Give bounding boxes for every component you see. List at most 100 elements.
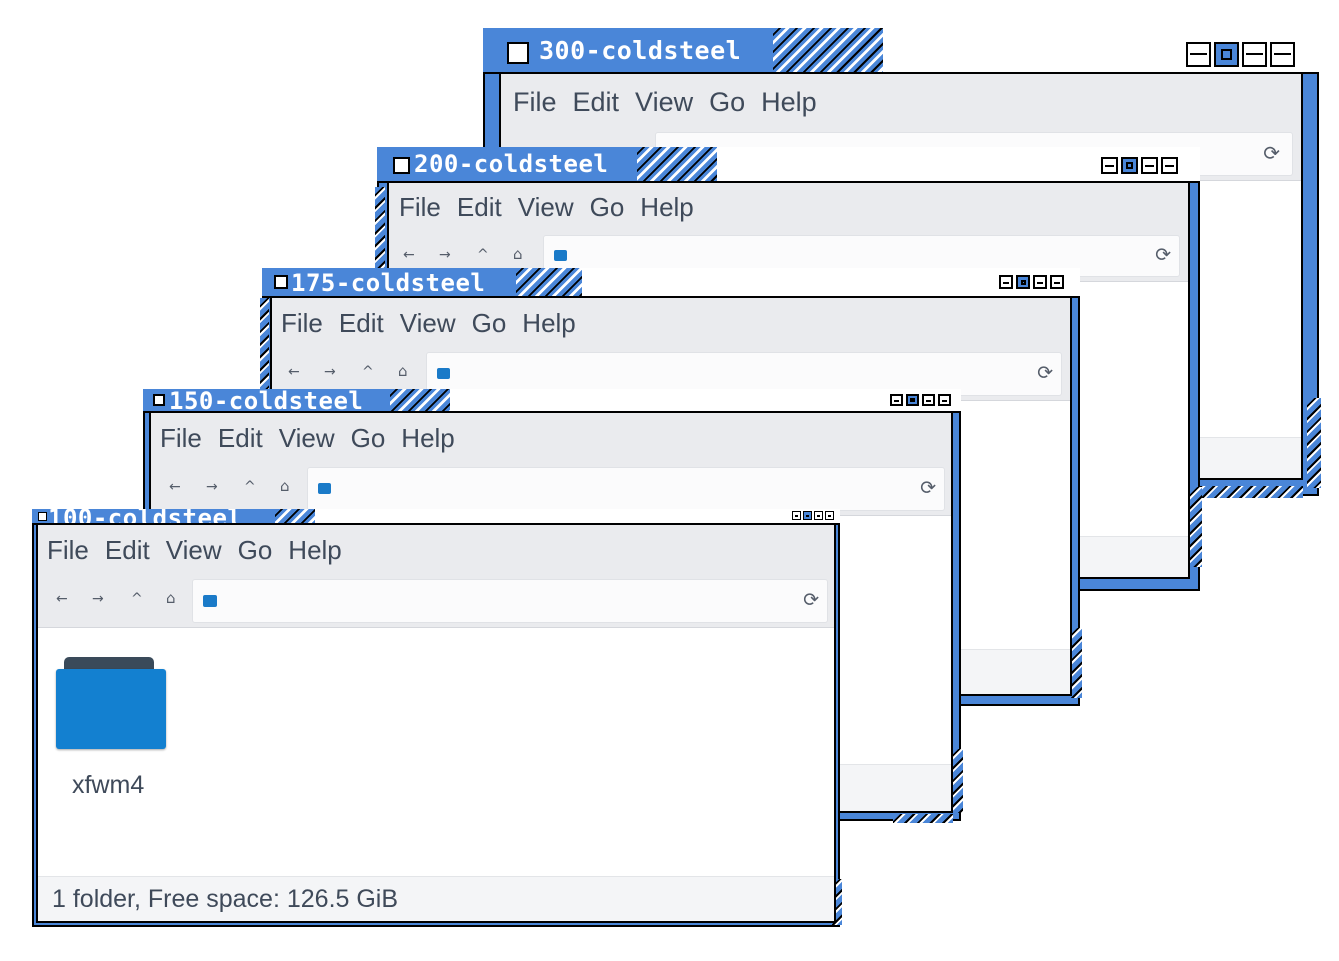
menubar: File Edit View Go Help xyxy=(389,183,1188,231)
menu-file[interactable]: File xyxy=(513,87,557,118)
minimize-icon[interactable] xyxy=(792,511,801,520)
forward-icon[interactable]: → xyxy=(92,591,104,607)
window-title: 175-coldsteel xyxy=(291,269,486,297)
home-icon[interactable]: ⌂ xyxy=(513,245,523,263)
menubar: File Edit View Go Help xyxy=(501,74,1301,130)
reload-icon[interactable]: ⟳ xyxy=(1037,362,1053,384)
maximize-icon[interactable] xyxy=(803,511,812,520)
window-buttons xyxy=(890,394,951,406)
menubar: File Edit View Go Help xyxy=(272,298,1070,348)
reload-icon[interactable]: ⟳ xyxy=(1263,141,1280,165)
location-bar[interactable]: ⟳ xyxy=(307,467,945,511)
frame-decoration xyxy=(1193,486,1303,498)
home-icon[interactable]: ⌂ xyxy=(398,362,408,380)
titlebar[interactable]: 175-coldsteel xyxy=(262,268,1080,298)
back-icon[interactable]: ← xyxy=(169,479,181,495)
menu-file[interactable]: File xyxy=(160,423,202,454)
window-client: File Edit View Go Help ← → ^ ⌂ ⟳ xfwm4 1… xyxy=(36,523,836,923)
folder-label: xfwm4 xyxy=(72,771,145,799)
forward-icon[interactable]: → xyxy=(206,479,218,495)
maximize-icon[interactable] xyxy=(1016,275,1030,289)
menu-help[interactable]: Help xyxy=(761,87,817,118)
menu-help[interactable]: Help xyxy=(522,308,575,339)
folder-icon xyxy=(554,250,567,261)
window-100[interactable]: 100-coldsteel File Edit View Go Help ← →… xyxy=(32,509,842,927)
menu-file[interactable]: File xyxy=(399,192,441,223)
shade-icon[interactable] xyxy=(1033,275,1047,289)
maximize-icon[interactable] xyxy=(1214,42,1239,67)
location-bar[interactable]: ⟳ xyxy=(192,579,828,623)
menu-help[interactable]: Help xyxy=(288,535,341,566)
close-icon[interactable] xyxy=(938,394,951,406)
reload-icon[interactable]: ⟳ xyxy=(803,589,819,611)
minimize-icon[interactable] xyxy=(1186,42,1211,67)
menu-help[interactable]: Help xyxy=(640,192,693,223)
home-icon[interactable]: ⌂ xyxy=(166,589,176,607)
menu-view[interactable]: View xyxy=(166,535,222,566)
titlebar[interactable]: 150-coldsteel xyxy=(143,389,961,413)
back-icon[interactable]: ← xyxy=(56,591,68,607)
close-icon[interactable] xyxy=(825,511,834,520)
menu-view[interactable]: View xyxy=(279,423,335,454)
window-title: 200-coldsteel xyxy=(414,150,609,178)
menu-file[interactable]: File xyxy=(47,535,89,566)
minimize-icon[interactable] xyxy=(890,394,903,406)
menu-go[interactable]: Go xyxy=(709,87,745,118)
close-icon[interactable] xyxy=(1270,42,1295,67)
menu-file[interactable]: File xyxy=(281,308,323,339)
menubar: File Edit View Go Help xyxy=(38,525,834,575)
titlebar[interactable]: 300-coldsteel xyxy=(483,28,1319,74)
menu-edit[interactable]: Edit xyxy=(457,192,502,223)
up-icon[interactable]: ^ xyxy=(362,364,374,380)
shade-icon[interactable] xyxy=(814,511,823,520)
shade-icon[interactable] xyxy=(1141,157,1158,174)
window-menu-icon[interactable] xyxy=(393,157,410,174)
minimize-icon[interactable] xyxy=(1101,157,1118,174)
menu-go[interactable]: Go xyxy=(351,423,386,454)
window-title: 300-coldsteel xyxy=(539,36,742,65)
menu-go[interactable]: Go xyxy=(238,535,273,566)
close-icon[interactable] xyxy=(1050,275,1064,289)
window-buttons xyxy=(1101,157,1178,174)
forward-icon[interactable]: → xyxy=(324,364,336,380)
up-icon[interactable]: ^ xyxy=(244,479,256,495)
menu-edit[interactable]: Edit xyxy=(218,423,263,454)
menu-go[interactable]: Go xyxy=(590,192,625,223)
menu-help[interactable]: Help xyxy=(401,423,454,454)
window-buttons xyxy=(792,511,834,520)
titlebar-stripes xyxy=(773,28,883,72)
back-icon[interactable]: ← xyxy=(288,364,300,380)
window-buttons xyxy=(999,275,1064,289)
forward-icon[interactable]: → xyxy=(439,247,451,263)
titlebar-stripes xyxy=(637,147,717,181)
menu-go[interactable]: Go xyxy=(472,308,507,339)
menu-edit[interactable]: Edit xyxy=(105,535,150,566)
back-icon[interactable]: ← xyxy=(403,247,415,263)
frame-decoration xyxy=(1307,398,1321,488)
toolbar: ← → ^ ⌂ ⟳ xyxy=(38,575,834,628)
menu-view[interactable]: View xyxy=(635,87,693,118)
shade-icon[interactable] xyxy=(1242,42,1267,67)
up-icon[interactable]: ^ xyxy=(131,591,143,607)
reload-icon[interactable]: ⟳ xyxy=(1155,244,1171,266)
up-icon[interactable]: ^ xyxy=(477,247,489,263)
folder-icon-body xyxy=(56,669,166,749)
menu-view[interactable]: View xyxy=(400,308,456,339)
folder-item[interactable]: xfwm4 xyxy=(54,655,166,805)
window-menu-icon[interactable] xyxy=(38,512,47,521)
menu-edit[interactable]: Edit xyxy=(573,87,620,118)
maximize-icon[interactable] xyxy=(1121,157,1138,174)
menu-view[interactable]: View xyxy=(518,192,574,223)
home-icon[interactable]: ⌂ xyxy=(280,477,290,495)
menu-edit[interactable]: Edit xyxy=(339,308,384,339)
window-menu-icon[interactable] xyxy=(153,394,165,406)
window-menu-icon[interactable] xyxy=(274,275,288,289)
titlebar[interactable]: 200-coldsteel xyxy=(377,147,1200,183)
shade-icon[interactable] xyxy=(922,394,935,406)
minimize-icon[interactable] xyxy=(999,275,1013,289)
window-menu-icon[interactable] xyxy=(507,42,529,64)
folder-icon xyxy=(437,368,450,379)
reload-icon[interactable]: ⟳ xyxy=(920,477,936,499)
close-icon[interactable] xyxy=(1161,157,1178,174)
maximize-icon[interactable] xyxy=(906,394,919,406)
